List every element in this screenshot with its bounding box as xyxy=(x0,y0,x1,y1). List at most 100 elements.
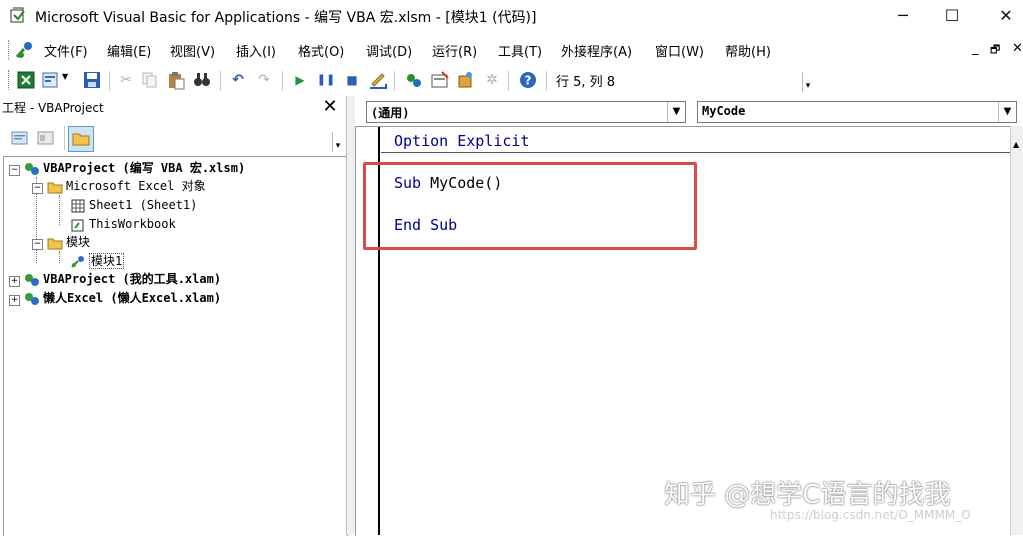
tree-expand-icon[interactable]: + xyxy=(9,295,20,306)
cursor-position-status: 行 5, 列 8 xyxy=(556,75,616,90)
menu-file[interactable]: 文件(F) xyxy=(44,41,88,60)
maximize-button[interactable]: ☐ xyxy=(927,0,977,32)
code-vertical-scrollbar[interactable]: ▲ xyxy=(1010,126,1023,535)
reset-icon[interactable]: ■ xyxy=(342,70,362,90)
properties-window-icon[interactable] xyxy=(430,70,450,90)
tree-connector xyxy=(59,251,61,263)
tree-item-label: Microsoft Excel 对象 xyxy=(66,179,206,193)
minimize-button[interactable]: ─ xyxy=(878,0,928,32)
workbook-icon xyxy=(70,218,86,232)
tree-collapse-icon[interactable]: − xyxy=(32,239,43,250)
doc-minimize-button[interactable]: _ xyxy=(972,41,979,56)
tree-item-label: 模块 xyxy=(66,235,91,249)
toolbar-separator xyxy=(220,71,221,91)
scroll-up-arrow-icon[interactable]: ▲ xyxy=(1013,140,1019,149)
procedure-dropdown-value: MyCode xyxy=(702,104,746,118)
menu-tools[interactable]: 工具(T) xyxy=(498,41,542,60)
tree-item-label: 懒人Excel (懒人Excel.xlam) xyxy=(43,291,222,305)
toolbox-icon[interactable]: ✲ xyxy=(482,70,502,90)
close-button[interactable]: ✕ xyxy=(981,0,1023,32)
undo-icon[interactable]: ↶ xyxy=(228,70,248,90)
toolbar-overflow-icon[interactable]: ▾ xyxy=(802,72,813,92)
menubar-grip[interactable] xyxy=(8,40,12,60)
tree-item-label: VBAProject (编写 VBA 宏.xlsm) xyxy=(43,161,246,175)
panel-toolbar-overflow-icon[interactable]: ▾ xyxy=(332,132,343,152)
folder-open-icon xyxy=(47,236,63,250)
svg-text:?: ? xyxy=(525,74,532,88)
tree-item-label: 模块1 xyxy=(89,253,125,269)
project-explorer-icon[interactable] xyxy=(404,70,424,90)
code-line-option-explicit[interactable]: Option Explicit xyxy=(394,132,529,150)
panel-splitter[interactable] xyxy=(346,96,355,535)
toolbar-separator xyxy=(508,71,509,91)
vba-project-icon xyxy=(24,273,40,287)
menu-help[interactable]: 帮助(H) xyxy=(725,41,771,60)
view-object-icon[interactable] xyxy=(36,128,56,148)
project-panel-close-button[interactable]: ✕ xyxy=(318,95,342,119)
toggle-folders-icon[interactable] xyxy=(68,126,94,152)
object-dropdown-value: (通用) xyxy=(371,106,410,120)
dropdown-arrow-icon[interactable]: ▼ xyxy=(667,102,685,122)
view-excel-icon[interactable] xyxy=(16,70,36,90)
paste-icon[interactable] xyxy=(166,70,186,90)
design-mode-icon[interactable] xyxy=(368,70,388,90)
view-code-icon[interactable] xyxy=(10,128,30,148)
redo-icon[interactable]: ↷ xyxy=(254,70,274,90)
excel-view-icon[interactable] xyxy=(14,39,36,61)
tree-item-vbaproject[interactable]: VBAProject (编写 VBA 宏.xlsm) xyxy=(24,159,245,177)
break-icon[interactable]: ❚❚ xyxy=(316,70,336,90)
project-tree: − VBAProject (编写 VBA 宏.xlsm) − Microsoft… xyxy=(3,156,348,536)
tree-item-modules[interactable]: 模块 xyxy=(47,233,90,251)
save-icon[interactable] xyxy=(82,70,102,90)
menu-edit[interactable]: 编辑(E) xyxy=(107,41,151,60)
watermark-url: https://blog.csdn.net/O_MMMM_O xyxy=(770,508,971,522)
toolbar-separator xyxy=(394,71,395,91)
worksheet-icon xyxy=(70,199,86,213)
window-title: Microsoft Visual Basic for Applications … xyxy=(35,10,537,26)
vba-project-icon xyxy=(24,292,40,306)
toolbar-separator xyxy=(282,71,283,91)
find-icon[interactable] xyxy=(192,70,212,90)
help-icon[interactable]: ? xyxy=(518,70,538,90)
tree-expand-icon[interactable]: + xyxy=(9,276,20,287)
vba-project-icon xyxy=(24,162,40,176)
annotation-highlight-box xyxy=(363,162,697,250)
doc-restore-button[interactable]: 🗗 xyxy=(990,41,1000,60)
tree-collapse-icon[interactable]: − xyxy=(32,183,43,194)
toolbar-grip[interactable] xyxy=(8,70,12,90)
doc-close-button[interactable]: ✕ xyxy=(1012,41,1023,56)
tree-item-thisworkbook[interactable]: ThisWorkbook xyxy=(70,215,176,233)
object-browser-icon[interactable] xyxy=(456,70,476,90)
tree-item-mytools-project[interactable]: VBAProject (我的工具.xlam) xyxy=(24,270,221,288)
copy-icon[interactable] xyxy=(140,70,160,90)
menu-debug[interactable]: 调试(D) xyxy=(366,41,412,60)
tree-item-lazy-excel-project[interactable]: 懒人Excel (懒人Excel.xlam) xyxy=(24,289,221,307)
menu-format[interactable]: 格式(O) xyxy=(298,41,344,60)
menu-insert[interactable]: 插入(I) xyxy=(236,41,276,60)
tree-item-excel-objects[interactable]: Microsoft Excel 对象 xyxy=(47,177,206,195)
menu-addins[interactable]: 外接程序(A) xyxy=(561,41,632,60)
cut-icon[interactable]: ✂ xyxy=(116,70,136,90)
object-dropdown[interactable]: (通用) ▼ xyxy=(366,101,686,123)
insert-userform-icon[interactable] xyxy=(41,70,61,90)
tree-connector xyxy=(59,195,61,225)
toolbar-separator xyxy=(64,126,65,150)
procedure-dropdown[interactable]: MyCode ▼ xyxy=(697,101,1017,123)
dropdown-arrow-icon[interactable]: ▼ xyxy=(62,72,68,81)
folder-open-icon xyxy=(47,180,63,194)
tree-collapse-icon[interactable]: − xyxy=(9,165,20,176)
tree-item-sheet1[interactable]: Sheet1 (Sheet1) xyxy=(70,196,197,214)
project-panel-title: 工程 - VBAProject xyxy=(2,101,104,115)
watermark-text: 知乎 @想学C语言的找我 xyxy=(664,480,951,510)
toolbar-separator xyxy=(546,71,547,91)
menu-window[interactable]: 窗口(W) xyxy=(655,41,704,60)
module-icon xyxy=(70,255,86,269)
menu-view[interactable]: 视图(V) xyxy=(170,41,215,60)
dropdown-arrow-icon[interactable]: ▼ xyxy=(998,102,1016,122)
tree-item-module1[interactable]: 模块1 xyxy=(70,252,125,270)
tree-item-label: ThisWorkbook xyxy=(89,217,176,231)
vba-app-icon xyxy=(9,6,27,24)
menu-run[interactable]: 运行(R) xyxy=(432,41,477,60)
toolbar-separator xyxy=(109,71,110,91)
run-icon[interactable]: ▶ xyxy=(290,70,310,90)
